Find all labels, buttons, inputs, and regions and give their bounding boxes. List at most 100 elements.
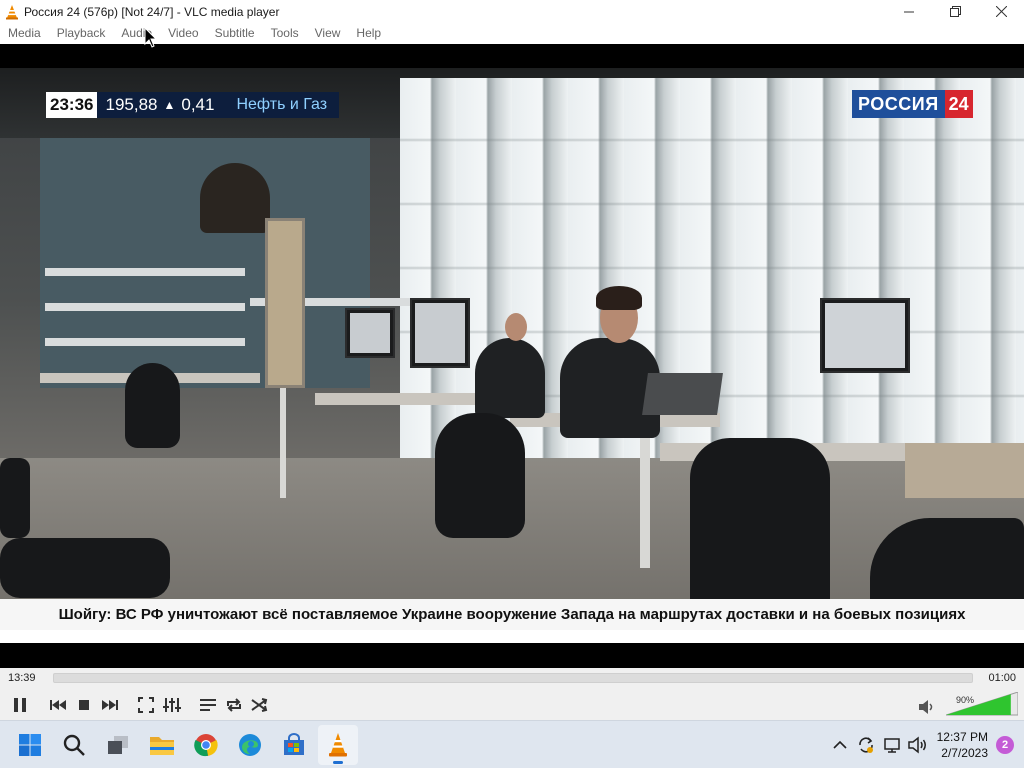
taskbar: 12:37 PM 2/7/2023 2 xyxy=(0,720,1024,768)
speaker-icon xyxy=(919,700,933,714)
ticker-time: 23:36 xyxy=(46,92,98,118)
loop-button[interactable] xyxy=(221,693,247,717)
close-button[interactable] xyxy=(978,0,1024,23)
video-area[interactable]: 23:36 195,88 ▲ 0,41 Нефть и Газ РОССИЯ 2… xyxy=(0,44,1024,668)
seek-bar[interactable] xyxy=(53,673,973,683)
microsoft-store-button[interactable] xyxy=(274,725,314,765)
task-view-button[interactable] xyxy=(98,725,138,765)
channel-logo-name: РОССИЯ xyxy=(852,90,945,118)
volume-tray-button[interactable] xyxy=(907,734,929,756)
elapsed-time[interactable]: 13:39 xyxy=(8,672,36,684)
up-triangle-icon: ▲ xyxy=(163,98,176,112)
volume-icon xyxy=(907,736,926,754)
news-caption-strip: Шойгу: ВС РФ уничтожают всё поставляемое… xyxy=(0,599,1024,630)
menu-help[interactable]: Help xyxy=(348,23,389,44)
task-view-icon xyxy=(108,736,128,754)
playlist-button[interactable] xyxy=(195,693,221,717)
extended-settings-button[interactable] xyxy=(159,693,185,717)
edge-button[interactable] xyxy=(230,725,270,765)
menu-video[interactable]: Video xyxy=(160,23,206,44)
vlc-icon xyxy=(329,733,347,757)
pause-button[interactable] xyxy=(5,691,35,719)
loop-icon xyxy=(227,698,241,712)
volume-slider[interactable] xyxy=(946,692,1018,716)
clock-date: 2/7/2023 xyxy=(941,746,988,760)
scene-shelf xyxy=(45,338,245,346)
pause-icon xyxy=(14,698,26,712)
maximize-button[interactable] xyxy=(932,0,978,23)
chrome-icon xyxy=(194,734,218,757)
scene-person xyxy=(475,338,545,418)
next-icon xyxy=(102,700,118,710)
channel-logo-number: 24 xyxy=(944,90,973,118)
total-time[interactable]: 01:00 xyxy=(988,672,1016,684)
search-button[interactable] xyxy=(54,725,94,765)
ticker-sector: Нефть и Газ xyxy=(222,92,340,118)
vlc-taskbar-button[interactable] xyxy=(318,725,358,765)
scene-monitor xyxy=(345,308,395,358)
scene-shelf xyxy=(45,303,245,311)
file-explorer-icon xyxy=(150,737,174,755)
scene-chair xyxy=(690,438,830,618)
vlc-cone-icon xyxy=(4,4,20,20)
scene-monitor xyxy=(410,298,470,368)
menu-media[interactable]: Media xyxy=(0,23,49,44)
sync-tray-button[interactable] xyxy=(855,734,877,756)
playback-controls: 13:39 01:00 90% xyxy=(0,668,1024,720)
previous-button[interactable] xyxy=(45,693,71,717)
ticker-change: 0,41 xyxy=(181,95,215,114)
extended-settings-icon xyxy=(163,698,181,712)
fullscreen-icon xyxy=(138,697,154,713)
show-hidden-icons-button[interactable] xyxy=(829,734,851,756)
stop-icon xyxy=(79,700,89,710)
next-button[interactable] xyxy=(97,693,123,717)
title-bar: Россия 24 (576p) [Not 24/7] - VLC media … xyxy=(0,0,1024,23)
scene-chair xyxy=(0,538,170,598)
system-tray: 12:37 PM 2/7/2023 2 xyxy=(827,725,1014,765)
close-icon xyxy=(995,6,1007,17)
window-title: Россия 24 (576p) [Not 24/7] - VLC media … xyxy=(24,4,280,19)
fullscreen-button[interactable] xyxy=(133,693,159,717)
volume-control[interactable]: 90% xyxy=(918,692,1018,718)
scene-person-head xyxy=(505,313,527,341)
scene-desk-leg xyxy=(640,428,650,568)
scene-shelf xyxy=(45,268,245,276)
minimize-button[interactable] xyxy=(886,0,932,23)
ticker-quote: 195,88 ▲ 0,41 xyxy=(97,92,223,118)
search-icon xyxy=(63,734,85,756)
shuffle-button[interactable] xyxy=(247,693,273,717)
news-caption: Шойгу: ВС РФ уничтожают всё поставляемое… xyxy=(58,606,966,623)
menu-playback[interactable]: Playback xyxy=(49,23,114,44)
shuffle-icon xyxy=(251,698,268,712)
video-frame xyxy=(0,68,1024,643)
maximize-icon xyxy=(949,6,961,17)
windows-start-icon xyxy=(19,734,41,756)
edge-icon xyxy=(239,734,261,756)
menu-tools[interactable]: Tools xyxy=(263,23,307,44)
notification-badge[interactable]: 2 xyxy=(996,736,1014,754)
taskbar-clock[interactable]: 12:37 PM 2/7/2023 xyxy=(937,729,988,761)
scene-person-hair xyxy=(596,286,642,310)
network-icon xyxy=(883,738,900,753)
chrome-button[interactable] xyxy=(186,725,226,765)
network-tray-button[interactable] xyxy=(881,734,903,756)
ticker-value: 195,88 xyxy=(105,95,158,114)
previous-icon xyxy=(50,700,66,710)
stop-button[interactable] xyxy=(71,693,97,717)
scene-desk xyxy=(315,393,495,405)
scene-stand xyxy=(280,388,286,498)
menu-subtitle[interactable]: Subtitle xyxy=(207,23,263,44)
scene-wall xyxy=(40,138,370,388)
start-button[interactable] xyxy=(10,725,50,765)
mouse-cursor-icon xyxy=(144,27,158,48)
scene-board xyxy=(265,218,305,388)
news-caption-underbar xyxy=(0,630,1024,643)
chevron-up-icon xyxy=(833,740,847,749)
file-explorer-button[interactable] xyxy=(142,725,182,765)
menu-view[interactable]: View xyxy=(307,23,349,44)
clock-time: 12:37 PM xyxy=(936,730,988,744)
scene-chair xyxy=(125,363,180,448)
microsoft-store-icon xyxy=(284,733,304,755)
market-ticker: 23:36 195,88 ▲ 0,41 Нефть и Газ xyxy=(46,92,340,118)
playlist-icon xyxy=(200,699,216,711)
